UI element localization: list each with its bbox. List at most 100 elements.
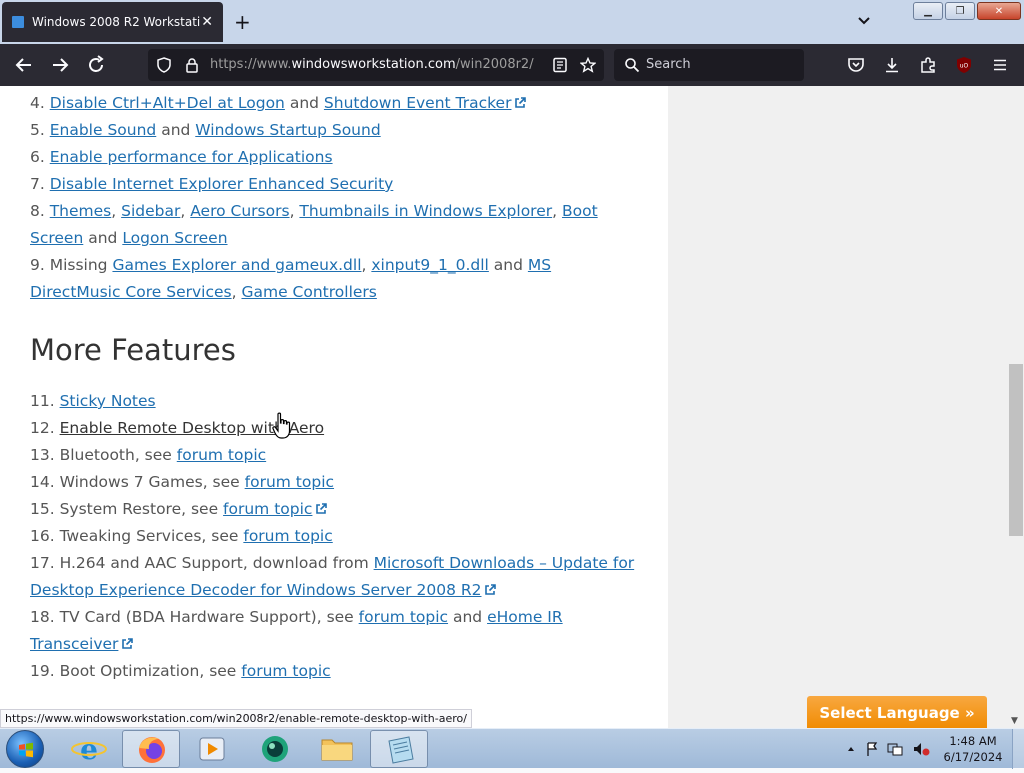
feature-link[interactable]: forum topic [243,527,332,545]
list-item-number: 19. Boot Optimization, see [30,662,242,680]
windows-logo-icon [19,742,33,758]
media-player-icon [199,737,225,761]
extensions-puzzle-icon[interactable] [919,56,937,74]
list-text: , [289,202,300,220]
back-button[interactable] [12,53,36,77]
windows-taskbar: e 1:48 AM 6/17/2024 [0,728,1024,769]
list-item-number: 6. [30,148,50,166]
feature-link[interactable]: Themes [50,202,112,220]
search-icon [625,58,640,73]
show-desktop-button[interactable] [1012,729,1024,769]
list-item: 4. Disable Ctrl+Alt+Del at Logon and Shu… [30,90,640,117]
list-item-number: 5. [30,121,50,139]
list-text: and [488,256,528,274]
pocket-icon[interactable] [847,56,865,74]
list-item: 6. Enable performance for Applications [30,144,640,171]
restore-button[interactable]: ❐ [945,2,975,20]
search-placeholder: Search [646,57,691,72]
select-language-button[interactable]: Select Language » [807,696,987,730]
bookmark-star-icon[interactable] [580,57,596,73]
back-arrow-icon [15,58,31,72]
list-text: and [83,229,123,247]
list-item: 5. Enable Sound and Windows Startup Soun… [30,117,640,144]
list-item-number: 17. H.264 and AAC Support, download from [30,554,374,572]
list-item: 18. TV Card (BDA Hardware Support), see … [30,604,640,658]
feature-link[interactable]: Sticky Notes [60,392,156,410]
taskbar-app[interactable] [246,730,304,768]
vertical-scrollbar[interactable]: ▼ [1008,86,1024,728]
list-item: 16. Tweaking Services, see forum topic [30,523,640,550]
section-heading: More Features [30,333,236,367]
list-item: 17. H.264 and AAC Support, download from… [30,550,640,604]
minimize-button[interactable]: ▁ [913,2,943,20]
close-window-button[interactable]: ✕ [977,2,1021,20]
feature-link[interactable]: Windows Startup Sound [195,121,380,139]
url-text[interactable]: https://www.windowsworkstation.com/win20… [210,57,534,72]
ublock-origin-icon[interactable]: uO [955,56,973,74]
search-bar[interactable]: Search [614,49,804,81]
feature-link[interactable]: Game Controllers [241,283,376,301]
scrollbar-thumb[interactable] [1009,364,1023,536]
new-tab-button[interactable]: + [234,10,251,34]
forward-button[interactable] [48,53,72,77]
page-sidebar [668,86,1008,728]
tracking-protection-shield-icon[interactable] [156,57,172,73]
url-bar[interactable]: https://www.windowsworkstation.com/win20… [148,49,604,81]
feature-link[interactable]: Enable Sound [50,121,157,139]
link-status-url: https://www.windowsworkstation.com/win20… [0,709,472,728]
list-item-number: 9. Missing [30,256,113,274]
feature-link[interactable]: Enable performance for Applications [50,148,333,166]
feature-link[interactable]: Shutdown Event Tracker [324,94,512,112]
feature-link[interactable]: forum topic [177,446,266,464]
feature-link[interactable]: Thumbnails in Windows Explorer [299,202,552,220]
start-button[interactable] [6,730,44,768]
taskbar-firefox[interactable] [122,730,180,768]
list-all-tabs-icon[interactable] [856,12,872,28]
feature-link[interactable]: forum topic [241,662,330,680]
external-link-icon [122,638,134,649]
feature-link[interactable]: Aero Cursors [190,202,289,220]
url-scheme: https://www. [210,57,292,72]
list-text: and [284,94,324,112]
feature-link[interactable]: forum topic [245,473,334,491]
feature-link[interactable]: Sidebar [121,202,180,220]
taskbar-media-player[interactable] [184,730,242,768]
taskbar-clock[interactable]: 1:48 AM 6/17/2024 [940,733,1006,765]
downloads-icon[interactable] [883,56,901,74]
close-tab-icon[interactable]: ✕ [201,14,213,30]
title-bar: Windows 2008 R2 Workstation ✕ + ▁ ❐ ✕ [0,0,1024,44]
list-item-number: 15. System Restore, see [30,500,224,518]
lock-icon[interactable] [184,57,200,73]
system-tray-icons[interactable] [844,741,934,757]
app-globe-icon [262,736,288,762]
list-item: 12. Enable Remote Desktop with Aero [30,415,640,442]
hand-pointer-cursor-icon [272,412,291,439]
article-body: 4. Disable Ctrl+Alt+Del at Logon and Shu… [30,86,640,685]
svg-text:uO: uO [960,63,969,70]
list-text: , [231,283,242,301]
scroll-down-arrow-icon[interactable]: ▼ [1011,716,1018,726]
browser-tab[interactable]: Windows 2008 R2 Workstation ✕ [2,2,223,42]
external-link-icon [485,584,497,595]
reload-button[interactable] [84,53,108,77]
feature-link[interactable]: Disable Ctrl+Alt+Del at Logon [50,94,285,112]
notepad-icon [388,736,414,764]
reader-view-icon[interactable] [552,57,568,73]
feature-link[interactable]: Games Explorer and gameux.dll [112,256,361,274]
feature-link[interactable]: Logon Screen [122,229,227,247]
feature-link[interactable]: forum topic [359,608,448,626]
feature-link[interactable]: Disable Internet Explorer Enhanced Secur… [50,175,394,193]
list-item: 7. Disable Internet Explorer Enhanced Se… [30,171,640,198]
feature-link[interactable]: xinput9_1_0.dll [371,256,489,274]
list-item-number: 4. [30,94,50,112]
taskbar-file-explorer[interactable] [308,730,366,768]
taskbar-notepad[interactable] [370,730,428,768]
more-features-list: 11. Sticky Notes 12. Enable Remote Deskto… [30,388,640,685]
internet-explorer-icon: e [71,733,107,766]
clipped-list-item [30,86,640,88]
feature-link[interactable]: forum topic [223,500,312,518]
taskbar-internet-explorer[interactable]: e [60,730,118,768]
features-list: 4. Disable Ctrl+Alt+Del at Logon and Shu… [30,90,640,306]
external-link-icon [316,503,328,514]
menu-hamburger-icon[interactable] [991,56,1009,74]
